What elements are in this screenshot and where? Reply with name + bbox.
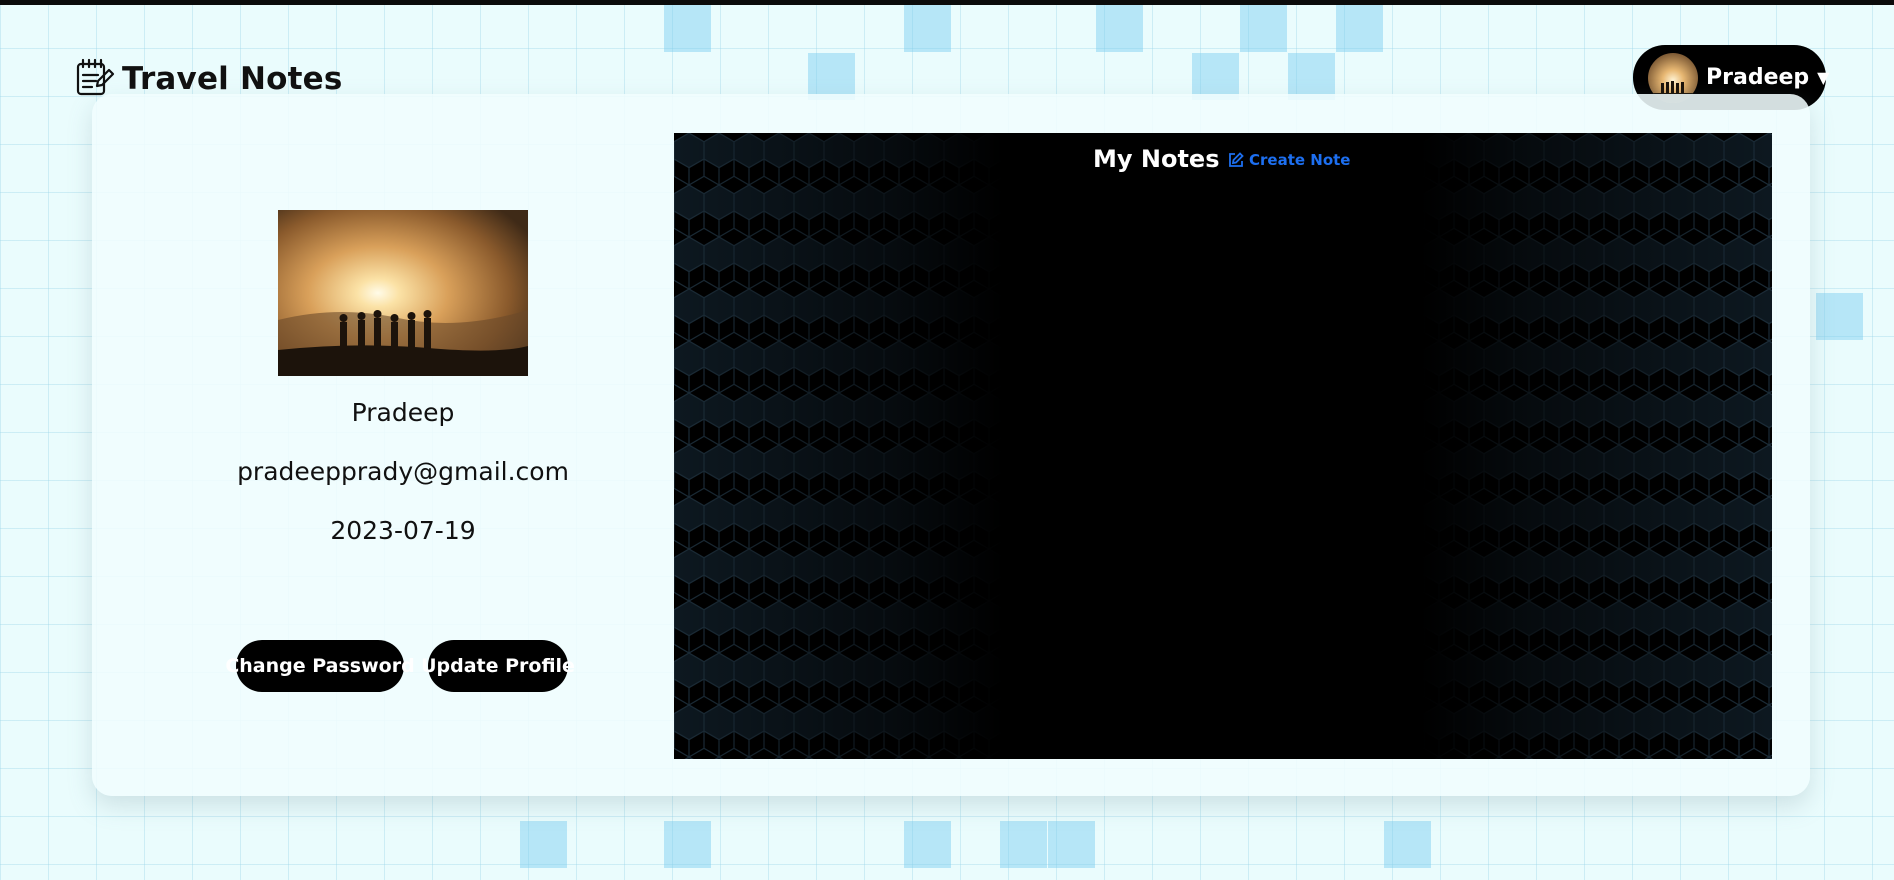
create-note-link[interactable]: Create Note xyxy=(1228,151,1350,169)
change-password-button[interactable]: Change Password xyxy=(225,640,415,692)
caret-down-icon: ▼ xyxy=(1817,68,1830,87)
profile-email: pradeepprady@gmail.com xyxy=(237,457,569,486)
profile-name: Pradeep xyxy=(351,398,455,427)
profile-date: 2023-07-19 xyxy=(330,516,476,545)
app-title: Travel Notes xyxy=(122,61,343,97)
update-profile-button[interactable]: Update Profile xyxy=(421,640,575,692)
create-note-label: Create Note xyxy=(1249,151,1351,169)
user-name: Pradeep xyxy=(1706,65,1810,90)
profile-photo xyxy=(278,210,528,376)
notes-title: My Notes xyxy=(1093,145,1220,173)
edit-icon xyxy=(1229,152,1244,167)
notes-panel: My Notes Create Note xyxy=(674,133,1772,759)
